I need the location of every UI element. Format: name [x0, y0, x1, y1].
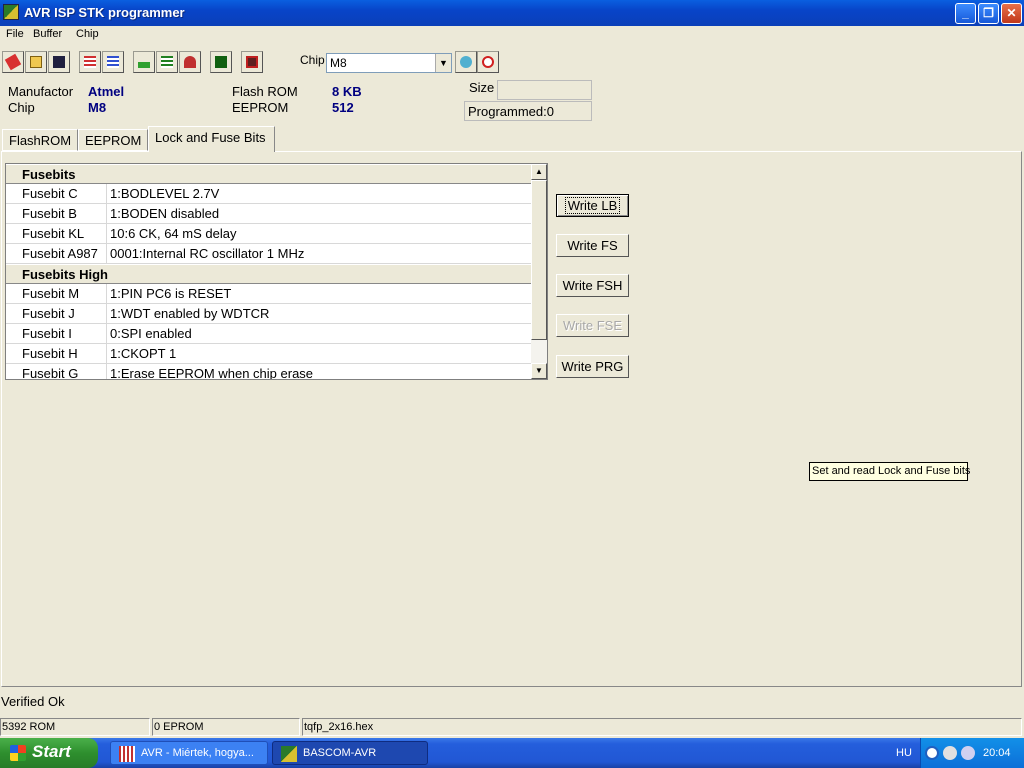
list-item[interactable]: Fusebit H 1:CKOPT 1 — [6, 344, 531, 364]
write-fsh-button[interactable]: Write FSH — [556, 274, 629, 297]
eeprom-label: EEPROM — [232, 100, 289, 115]
write-fs-button[interactable]: Write FS — [556, 234, 629, 257]
chip-select[interactable]: M8 ▼ — [326, 53, 452, 73]
status-rom: 5392 ROM — [0, 718, 150, 736]
chip-info-value: M8 — [88, 100, 107, 115]
eeprom-value: 512 — [332, 100, 354, 115]
chip-select-value: M8 — [330, 56, 347, 70]
eraser-icon[interactable] — [2, 51, 24, 73]
fuse-bits-list[interactable]: Fusebits Fusebit C 1:BODLEVEL 2.7V Fusebi… — [5, 163, 548, 380]
write-fse-button[interactable]: Write FSE — [556, 314, 629, 337]
window-title: AVR ISP STK programmer — [24, 5, 185, 20]
tray-back-icon[interactable] — [925, 746, 939, 760]
programmed-count: Programmed:0 — [464, 101, 592, 121]
manufactor-label: Manufactor — [8, 84, 74, 99]
open-folder-icon[interactable] — [25, 51, 47, 73]
write-lb-button[interactable]: Write LB — [556, 194, 629, 217]
chevron-down-icon[interactable]: ▼ — [435, 54, 451, 72]
group-header: Fusebits — [6, 164, 531, 184]
refresh-icon[interactable] — [455, 51, 477, 73]
toolbar — [0, 48, 1024, 78]
lock-icon[interactable] — [241, 51, 263, 73]
scroll-up-icon[interactable]: ▲ — [531, 164, 547, 180]
list-scrollbar[interactable]: ▲ ▼ — [531, 164, 547, 379]
scroll-thumb[interactable] — [531, 180, 547, 340]
app-icon — [3, 4, 19, 20]
program-icon[interactable] — [133, 51, 155, 73]
size-label: Size — [469, 80, 495, 95]
minimize-button[interactable]: _ — [955, 3, 976, 24]
taskbar: Start AVR - Miértek, hogya... BASCOM-AVR… — [0, 738, 1024, 768]
menu-file[interactable]: File — [6, 28, 24, 40]
list-item[interactable]: Fusebit A987 0001:Internal RC oscillator … — [6, 244, 531, 264]
list-item[interactable]: Fusebit G 1:Erase EEPROM when chip erase — [6, 364, 531, 379]
verify-icon[interactable] — [156, 51, 178, 73]
tab-strip: FlashROM EEPROM Lock and Fuse Bits — [0, 126, 1024, 152]
status-message: Verified Ok — [1, 694, 65, 709]
task-icon — [281, 746, 297, 762]
task-icon — [119, 746, 135, 762]
flash-rom-label: Flash ROM — [232, 84, 298, 99]
maximize-button[interactable]: ❐ — [978, 3, 999, 24]
stop-icon[interactable] — [477, 51, 499, 73]
flash-rom-value: 8 KB — [332, 84, 362, 99]
task-avr-browser[interactable]: AVR - Miértek, hogya... — [110, 741, 268, 765]
list-item[interactable]: Fusebit M 1:PIN PC6 is RESET — [6, 284, 531, 304]
list-item[interactable]: Fusebit J 1:WDT enabled by WDTCR — [6, 304, 531, 324]
start-button[interactable]: Start — [0, 738, 98, 768]
status-eprom: 0 EPROM — [152, 718, 300, 736]
list-item[interactable]: Fusebit C 1:BODLEVEL 2.7V — [6, 184, 531, 204]
status-file: tqfp_2x16.hex — [302, 718, 1022, 736]
size-field — [497, 80, 592, 100]
group-header: Fusebits High — [6, 264, 531, 284]
chip-select-label: Chip — [300, 53, 325, 67]
list-item[interactable]: Fusebit KL 10:6 CK, 64 mS delay — [6, 224, 531, 244]
status-bar: 5392 ROM 0 EPROM tqfp_2x16.hex — [0, 717, 1024, 737]
volume-icon[interactable] — [961, 746, 975, 760]
title-bar[interactable]: AVR ISP STK programmer _ ❐ ✕ — [0, 0, 1024, 26]
list-item[interactable]: Fusebit I 0:SPI enabled — [6, 324, 531, 344]
chip-read-icon[interactable] — [79, 51, 101, 73]
blank-check-icon[interactable] — [210, 51, 232, 73]
task-bascom-avr[interactable]: BASCOM-AVR — [272, 741, 428, 765]
scroll-down-icon[interactable]: ▼ — [531, 363, 547, 379]
windows-flag-icon — [10, 745, 26, 761]
list-item[interactable]: Fusebit B 1:BODEN disabled — [6, 204, 531, 224]
menu-bar: File Buffer Chip — [0, 26, 1024, 44]
chip-write-icon[interactable] — [102, 51, 124, 73]
chip-info-label: Chip — [8, 100, 35, 115]
menu-chip[interactable]: Chip — [76, 28, 99, 40]
system-tray: 20:04 — [920, 738, 1024, 768]
write-prg-button[interactable]: Write PRG — [556, 355, 629, 378]
tab-flashrom[interactable]: FlashROM — [2, 129, 78, 151]
tab-eeprom[interactable]: EEPROM — [78, 129, 148, 151]
network-icon[interactable] — [943, 746, 957, 760]
menu-buffer[interactable]: Buffer — [33, 28, 62, 40]
save-icon[interactable] — [48, 51, 70, 73]
erase-chip-icon[interactable] — [179, 51, 201, 73]
tooltip: Set and read Lock and Fuse bits — [809, 462, 970, 481]
close-button[interactable]: ✕ — [1001, 3, 1022, 24]
clock: 20:04 — [983, 747, 1011, 759]
tab-lock-fuse-bits[interactable]: Lock and Fuse Bits — [148, 126, 275, 152]
language-indicator[interactable]: HU — [896, 747, 912, 759]
manufactor-value: Atmel — [88, 84, 125, 99]
